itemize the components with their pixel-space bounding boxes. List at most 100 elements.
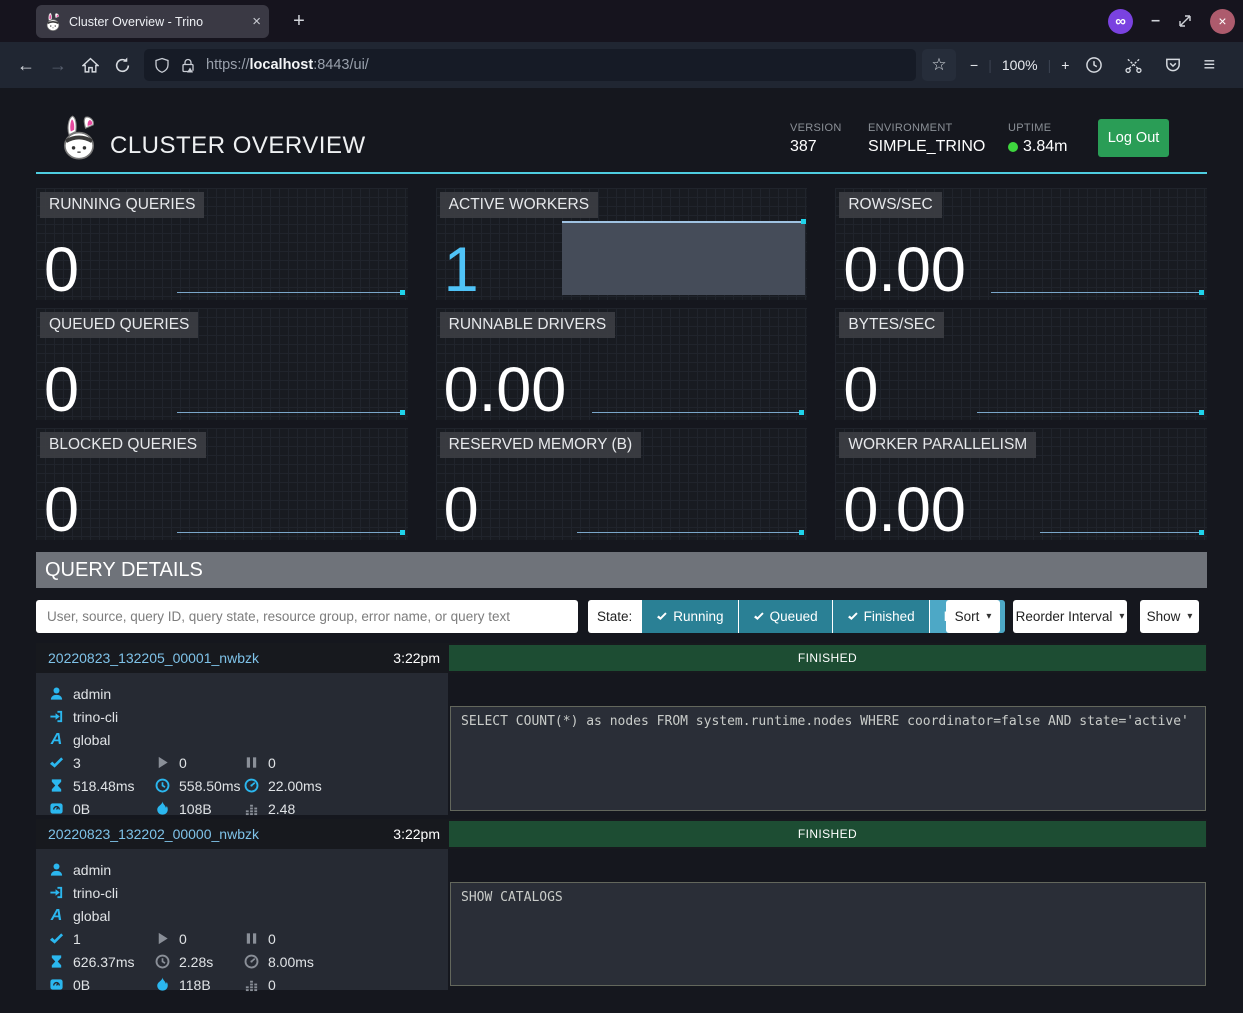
- zoom-out-icon[interactable]: −: [970, 57, 978, 73]
- stat-tile-running-queries: RUNNING QUERIES 0: [36, 188, 408, 300]
- stat-label: RESERVED MEMORY (B): [440, 432, 641, 458]
- resource-group-icon: A: [49, 907, 64, 925]
- sign-in-icon: [49, 885, 64, 900]
- stat-tile-rows-sec: ROWS/SEC 0.00: [835, 188, 1207, 300]
- state-filter-running[interactable]: Running: [641, 600, 737, 633]
- toolbar-right-icons: ≡: [1085, 54, 1215, 77]
- sparkline: [577, 532, 803, 533]
- current-memory: 0B: [73, 801, 90, 817]
- sparkline-dot: [1199, 410, 1204, 415]
- gauge-icon: [244, 954, 259, 969]
- equalizer-dots-icon: [244, 801, 259, 816]
- window-close-button[interactable]: ×: [1210, 9, 1235, 34]
- browser-tab[interactable]: Cluster Overview - Trino ×: [36, 5, 269, 38]
- query-id-link[interactable]: 20220823_132205_00001_nwbzk: [48, 650, 259, 666]
- query-source: trino-cli: [73, 885, 118, 901]
- query-time: 3:22pm: [368, 826, 440, 842]
- page-title: CLUSTER OVERVIEW: [110, 132, 366, 160]
- cpu-time: 558.50ms: [179, 778, 240, 794]
- window-minimize-button[interactable]: –: [1151, 12, 1160, 30]
- url-text: https://localhost:8443/ui/: [206, 57, 369, 73]
- check-icon: [847, 611, 858, 622]
- zoom-level[interactable]: 100%: [1002, 57, 1038, 73]
- query-row-header: 20220823_132205_00001_nwbzk 3:22pm FINIS…: [36, 643, 1207, 673]
- clock-icon: [155, 778, 170, 793]
- zoom-controls: − | 100% | +: [970, 57, 1069, 73]
- back-icon[interactable]: ←: [10, 55, 42, 76]
- uptime-value: 3.84m: [1023, 138, 1067, 156]
- query-details-header: QUERY DETAILS: [36, 552, 1207, 588]
- home-icon[interactable]: [74, 57, 106, 74]
- sparkline: [592, 412, 804, 413]
- stat-value: 0: [44, 239, 79, 302]
- query-row-body: admin trino-cli A global 3 0 0: [36, 673, 1207, 816]
- query-id-link[interactable]: 20220823_132202_00000_nwbzk: [48, 826, 259, 842]
- window-restore-button[interactable]: [1178, 14, 1192, 28]
- stat-tile-blocked-queries: BLOCKED QUERIES 0: [36, 428, 408, 540]
- stat-label: BYTES/SEC: [839, 312, 944, 338]
- tab-bar: Cluster Overview - Trino × + ∞ – ×: [0, 0, 1243, 42]
- pocket-icon[interactable]: [1164, 56, 1182, 74]
- environment-label: ENVIRONMENT: [868, 122, 985, 134]
- uptime-status-dot: [1008, 142, 1018, 152]
- sparkline-dot: [400, 290, 405, 295]
- sparkline-area: [562, 221, 806, 295]
- separator: |: [1048, 57, 1052, 73]
- running-splits: 0: [179, 755, 187, 771]
- hourglass-icon: [49, 954, 64, 969]
- stat-label: RUNNING QUERIES: [40, 192, 204, 218]
- forward-icon[interactable]: →: [42, 55, 74, 76]
- completed-splits: 3: [73, 755, 81, 771]
- query-resource-group: global: [73, 732, 110, 748]
- query-source: trino-cli: [73, 709, 118, 725]
- queued-splits: 0: [268, 931, 276, 947]
- tab-close-icon[interactable]: ×: [252, 13, 261, 30]
- sort-dropdown[interactable]: Sort▾: [946, 600, 1000, 633]
- show-dropdown[interactable]: Show▾: [1140, 600, 1199, 633]
- lock-warning-icon[interactable]: [180, 57, 196, 74]
- execution-time: 8.00ms: [268, 954, 314, 970]
- running-splits: 0: [179, 931, 187, 947]
- query-status-badge: FINISHED: [449, 645, 1206, 671]
- stat-value: 0: [44, 479, 79, 542]
- parallelism: 0: [268, 977, 276, 993]
- query-time: 3:22pm: [368, 650, 440, 666]
- user-icon: [49, 686, 64, 701]
- shield-icon[interactable]: [154, 57, 170, 74]
- stat-value: 0.00: [444, 359, 567, 422]
- menu-icon[interactable]: ≡: [1203, 54, 1215, 77]
- private-browsing-icon[interactable]: ∞: [1108, 9, 1133, 34]
- execution-time: 22.00ms: [268, 778, 322, 794]
- state-filter-finished[interactable]: Finished: [832, 600, 929, 633]
- sparkline-dot: [799, 530, 804, 535]
- reload-icon[interactable]: [106, 57, 138, 74]
- query-resource-group: global: [73, 908, 110, 924]
- bookmark-star-icon[interactable]: ☆: [922, 49, 956, 81]
- zoom-in-icon[interactable]: +: [1061, 57, 1069, 73]
- query-filter-toolbar: State: Running Queued Finished Failed ▾: [0, 600, 1243, 633]
- url-bar[interactable]: https://localhost:8443/ui/: [144, 49, 916, 81]
- equalizer-dots-icon: [244, 977, 259, 992]
- parallelism: 2.48: [268, 801, 295, 817]
- reorder-interval-dropdown[interactable]: Reorder Interval▾: [1013, 600, 1127, 633]
- pause-icon: [244, 931, 259, 946]
- cluster-stats-grid: RUNNING QUERIES 0 ACTIVE WORKERS 1 ROWS/…: [36, 188, 1207, 540]
- logout-button[interactable]: Log Out: [1098, 119, 1169, 157]
- state-filter-queued[interactable]: Queued: [738, 600, 832, 633]
- new-tab-button[interactable]: +: [286, 8, 312, 34]
- query-stats-panel: admin trino-cli A global 3 0 0: [36, 673, 448, 815]
- query-user: admin: [73, 686, 111, 702]
- uptime-label: UPTIME: [1008, 122, 1067, 134]
- history-clock-icon[interactable]: [1085, 56, 1103, 74]
- play-icon: [155, 931, 170, 946]
- stat-label: BLOCKED QUERIES: [40, 432, 206, 458]
- screenshot-scissors-icon[interactable]: [1124, 56, 1143, 74]
- stat-label: WORKER PARALLELISM: [839, 432, 1036, 458]
- sparkline: [991, 292, 1203, 293]
- hourglass-icon: [49, 778, 64, 793]
- query-search-input[interactable]: [36, 600, 578, 633]
- sparkline: [177, 292, 403, 293]
- environment-value: SIMPLE_TRINO: [868, 138, 985, 156]
- check-icon: [49, 931, 64, 946]
- stat-value: 0.00: [843, 239, 966, 302]
